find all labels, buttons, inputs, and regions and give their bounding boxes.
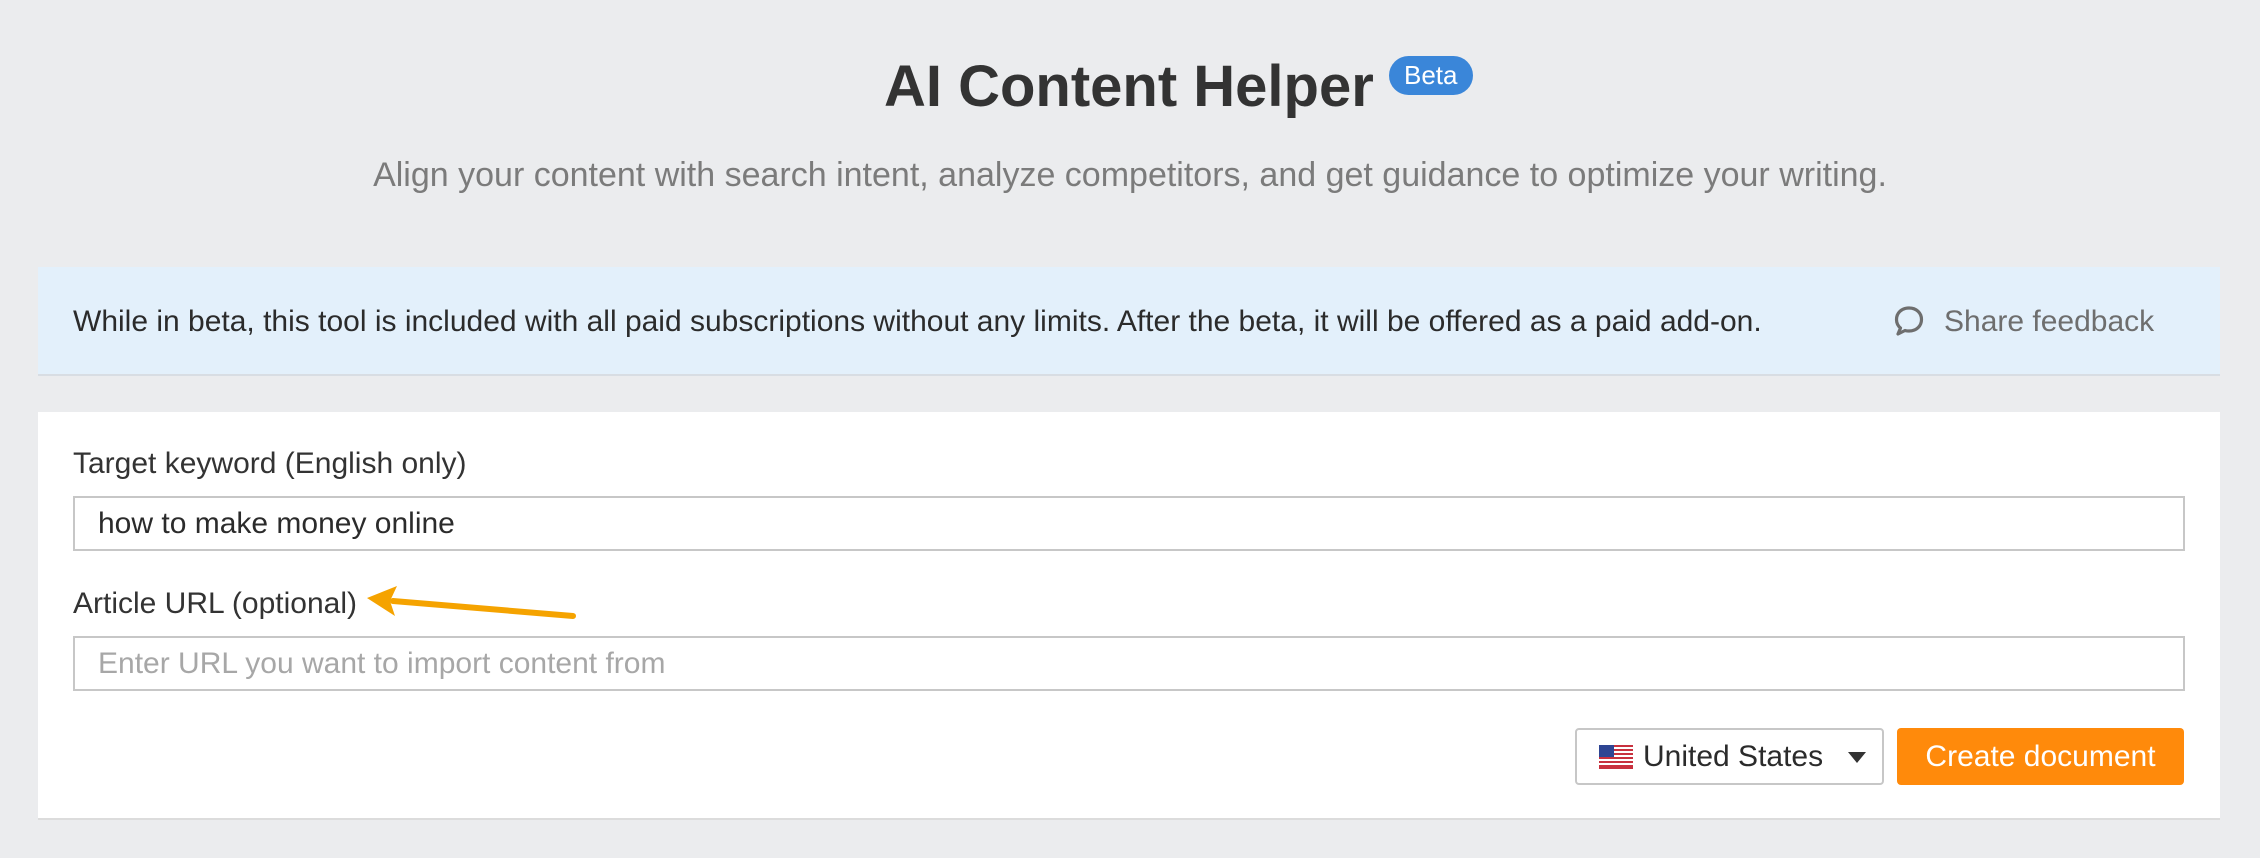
article-url-label: Article URL (optional) bbox=[73, 587, 357, 620]
us-flag-icon bbox=[1599, 745, 1633, 769]
beta-notice-text: While in beta, this tool is included wit… bbox=[73, 305, 1762, 338]
document-form: Target keyword (English only) Article UR… bbox=[38, 412, 2220, 820]
speech-bubble-icon bbox=[1894, 306, 1924, 336]
country-select-label: United States bbox=[1643, 740, 1824, 773]
chevron-down-icon bbox=[1848, 752, 1866, 763]
annotation-arrow-icon bbox=[367, 586, 576, 619]
target-keyword-input[interactable] bbox=[73, 496, 2185, 551]
beta-notice-banner: While in beta, this tool is included wit… bbox=[38, 267, 2220, 376]
article-url-input[interactable] bbox=[73, 636, 2185, 691]
country-select[interactable]: United States bbox=[1575, 728, 1884, 785]
page-title: AI Content Helper bbox=[884, 54, 1374, 119]
page-subtitle: Align your content with search intent, a… bbox=[373, 156, 1887, 194]
share-feedback-label: Share feedback bbox=[1944, 305, 2155, 338]
target-keyword-label: Target keyword (English only) bbox=[73, 447, 467, 480]
create-document-button[interactable]: Create document bbox=[1897, 728, 2184, 785]
beta-badge: Beta bbox=[1389, 56, 1473, 95]
title-row: AI Content Helper Beta bbox=[0, 52, 2260, 122]
